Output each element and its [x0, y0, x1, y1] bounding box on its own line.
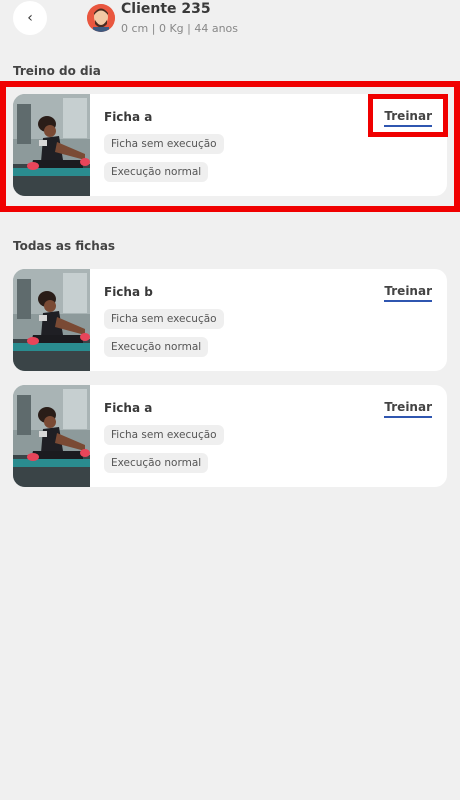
status-tag: Ficha sem execução: [104, 425, 224, 445]
client-name: Cliente 235: [121, 1, 211, 17]
execution-tag: Execução normal: [104, 337, 209, 357]
status-tag: Ficha sem execução: [104, 309, 224, 329]
workout-card[interactable]: Ficha a Ficha sem execução Execução norm…: [13, 385, 447, 487]
avatar-icon: [87, 4, 115, 32]
workout-thumbnail: [13, 269, 90, 371]
workout-thumbnail: [13, 94, 90, 196]
status-tag: Ficha sem execução: [104, 134, 224, 154]
avatar: [87, 4, 115, 32]
card-title: Ficha a: [104, 110, 153, 124]
back-button[interactable]: ‹: [13, 1, 47, 35]
train-button[interactable]: Treinar: [384, 109, 432, 127]
train-button[interactable]: Treinar: [384, 284, 432, 302]
execution-tag: Execução normal: [104, 162, 209, 182]
client-meta: 0 cm | 0 Kg | 44 anos: [121, 22, 239, 35]
workout-card[interactable]: Ficha b Ficha sem execução Execução norm…: [13, 269, 447, 371]
chevron-left-icon: ‹: [27, 10, 33, 26]
header: ‹ Cliente 235 0 cm | 0 Kg | 44 anos: [0, 0, 460, 44]
section-title-all: Todas as fichas: [13, 239, 116, 253]
train-button[interactable]: Treinar: [384, 400, 432, 418]
workout-card-today[interactable]: Ficha a Ficha sem execução Execução norm…: [13, 94, 447, 196]
section-title-today: Treino do dia: [13, 64, 101, 78]
workout-thumbnail: [13, 385, 90, 487]
card-title: Ficha a: [104, 401, 153, 415]
execution-tag: Execução normal: [104, 453, 209, 473]
card-title: Ficha b: [104, 285, 153, 299]
